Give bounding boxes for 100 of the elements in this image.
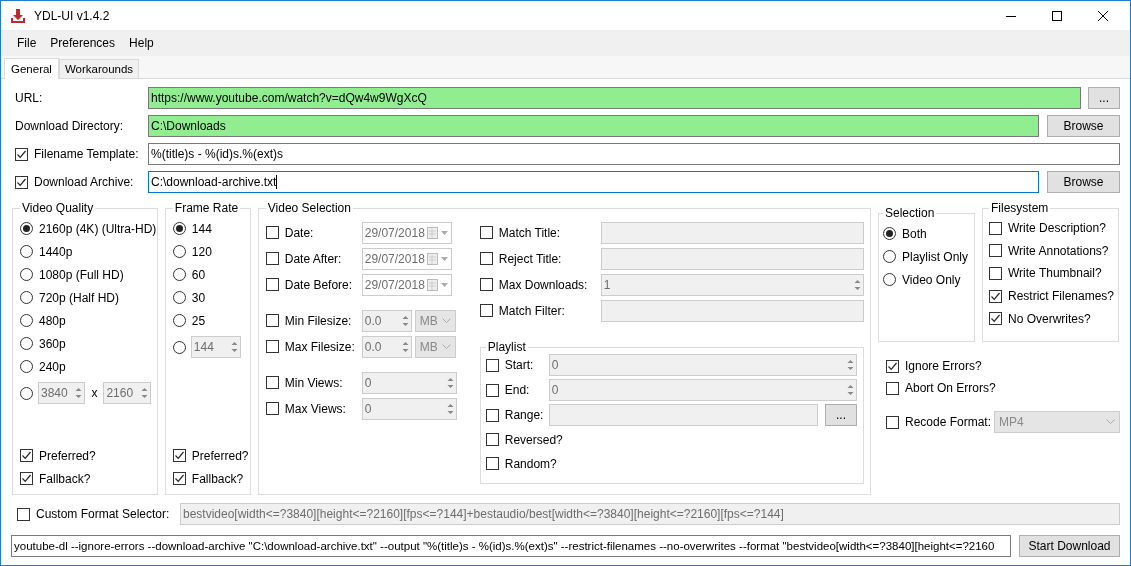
spin-arrows-icon[interactable] (74, 385, 84, 401)
checkbox[interactable] (20, 472, 33, 485)
unit-dropdown[interactable]: MB (414, 335, 456, 358)
spin-arrows-icon[interactable] (229, 339, 239, 355)
checkbox[interactable] (265, 226, 279, 239)
checkbox-label: Date After: (284, 251, 342, 266)
checkbox[interactable] (265, 376, 279, 389)
checkbox[interactable] (265, 252, 279, 265)
spin-field[interactable]: 0 (361, 371, 457, 394)
checkbox[interactable] (15, 175, 28, 189)
checkbox[interactable] (485, 408, 499, 422)
checkbox[interactable] (20, 449, 33, 462)
checkbox[interactable] (265, 278, 279, 291)
radio-button[interactable] (172, 291, 186, 304)
date-field[interactable]: 29/07/2018 (361, 221, 452, 244)
radio-label: 720p (Half HD) (39, 290, 120, 305)
format-dropdown[interactable]: MP4 (994, 411, 1120, 433)
radio-button[interactable] (883, 250, 896, 263)
format-field[interactable]: bestvideo[width<=?3840][height<=?2160][fps<=?144]+bestaudio/best[width<=?3840][height<=?2160][fps<=?144] (180, 503, 1120, 525)
spin-field[interactable]: 2160 (103, 382, 151, 404)
spin-field[interactable]: 0 (361, 397, 457, 420)
checkbox[interactable] (17, 507, 30, 521)
checkbox[interactable] (479, 304, 493, 317)
radio-button[interactable] (172, 245, 186, 258)
radio-button[interactable] (172, 268, 186, 281)
spin-field[interactable]: 3840 (38, 382, 86, 404)
radio-button[interactable] (20, 245, 33, 258)
browse-button[interactable]: Browse (1047, 171, 1120, 193)
checkbox[interactable] (989, 289, 1002, 303)
spin-arrows-icon[interactable] (139, 385, 149, 401)
radio-button[interactable] (20, 291, 33, 304)
template-field[interactable]: %(title)s - %(id)s.%(ext)s (148, 143, 1120, 165)
radio-button[interactable] (883, 273, 896, 286)
checkbox[interactable] (172, 449, 186, 462)
radio-label: Playlist Only (902, 249, 969, 264)
checkbox[interactable] (485, 383, 499, 397)
browse-button[interactable]: Browse (1047, 115, 1120, 137)
spin-field[interactable]: 0 (548, 354, 857, 376)
checkbox[interactable] (265, 340, 279, 353)
browse-button[interactable]: ... (1088, 87, 1120, 109)
checkbox[interactable] (886, 381, 899, 395)
archive-field[interactable]: C:\download-archive.txt (148, 171, 1039, 193)
radio-button[interactable] (172, 340, 186, 354)
checkbox[interactable] (989, 267, 1002, 280)
text-field[interactable] (600, 247, 864, 270)
radio-label: 1080p (Full HD) (39, 267, 124, 282)
text-field[interactable] (600, 221, 864, 244)
radio-button[interactable] (172, 314, 186, 327)
radio-button[interactable] (20, 268, 33, 281)
range-button[interactable]: ... (825, 404, 857, 426)
checkbox[interactable] (886, 415, 899, 429)
radio-button[interactable] (883, 227, 896, 240)
menu-item[interactable]: Preferences (43, 36, 123, 50)
group-title: Playlist (486, 340, 527, 354)
group-title: Video Selection (266, 201, 352, 215)
tab[interactable]: General (4, 58, 59, 79)
checkbox[interactable] (172, 472, 186, 485)
radio-button[interactable] (172, 222, 186, 235)
start-download-button[interactable]: Start Download (1019, 535, 1120, 557)
checkbox[interactable] (485, 457, 499, 470)
checkbox[interactable] (479, 226, 493, 239)
checkbox[interactable] (265, 402, 279, 415)
checkbox[interactable] (886, 359, 899, 373)
spin-arrows-icon[interactable] (846, 357, 855, 373)
radio-button[interactable] (20, 360, 33, 373)
directory-field[interactable]: C:\Downloads (148, 115, 1039, 137)
menu-item[interactable]: File (10, 36, 44, 50)
checkbox[interactable] (989, 312, 1002, 326)
spin-field[interactable]: 1 (600, 273, 864, 296)
spin-field[interactable]: 144 (190, 336, 241, 358)
radio-button[interactable] (20, 314, 33, 327)
command-field[interactable]: youtube-dl --ignore-errors --download-archive "C:\download-archive.txt" --output "%(title)s - %(id)s.%(ext)s" --restrict-filenames --no-overwrites --format "bestvideo[width<=?3840][height<=?2160 (11, 535, 1011, 557)
spin-field[interactable]: 0.0 (361, 309, 412, 332)
menu-item[interactable]: Help (122, 36, 161, 50)
range-field[interactable] (548, 404, 818, 426)
radio-label: Both (902, 226, 927, 241)
checkbox-label: Filename Template: (34, 147, 139, 161)
checkbox[interactable] (485, 433, 499, 446)
radio-button[interactable] (20, 337, 33, 350)
unit-dropdown[interactable]: MB (414, 309, 456, 332)
url-field[interactable]: https://www.youtube.com/watch?v=dQw4w9WgXcQ (148, 87, 1081, 109)
spin-field[interactable]: 0.0 (361, 335, 412, 358)
radio-button[interactable] (20, 386, 33, 400)
spin-arrows-icon[interactable] (846, 382, 855, 398)
spin-field[interactable]: 0 (548, 379, 857, 401)
checkbox[interactable] (479, 278, 493, 291)
checkbox[interactable] (15, 147, 28, 161)
date-field[interactable]: 29/07/2018 (361, 247, 452, 270)
checkbox[interactable] (485, 358, 499, 372)
maximize-icon[interactable] (1052, 10, 1062, 21)
checkbox[interactable] (989, 221, 1002, 235)
text-field[interactable] (600, 299, 864, 322)
date-field[interactable]: 29/07/2018 (361, 273, 452, 296)
checkbox[interactable] (265, 314, 279, 327)
group-title: Filesystem (990, 201, 1050, 215)
checkbox[interactable] (479, 252, 493, 265)
checkbox[interactable] (989, 244, 1002, 258)
radio-button[interactable] (20, 222, 33, 235)
close-icon[interactable] (1098, 10, 1108, 21)
tab[interactable]: Workarounds (58, 59, 140, 78)
